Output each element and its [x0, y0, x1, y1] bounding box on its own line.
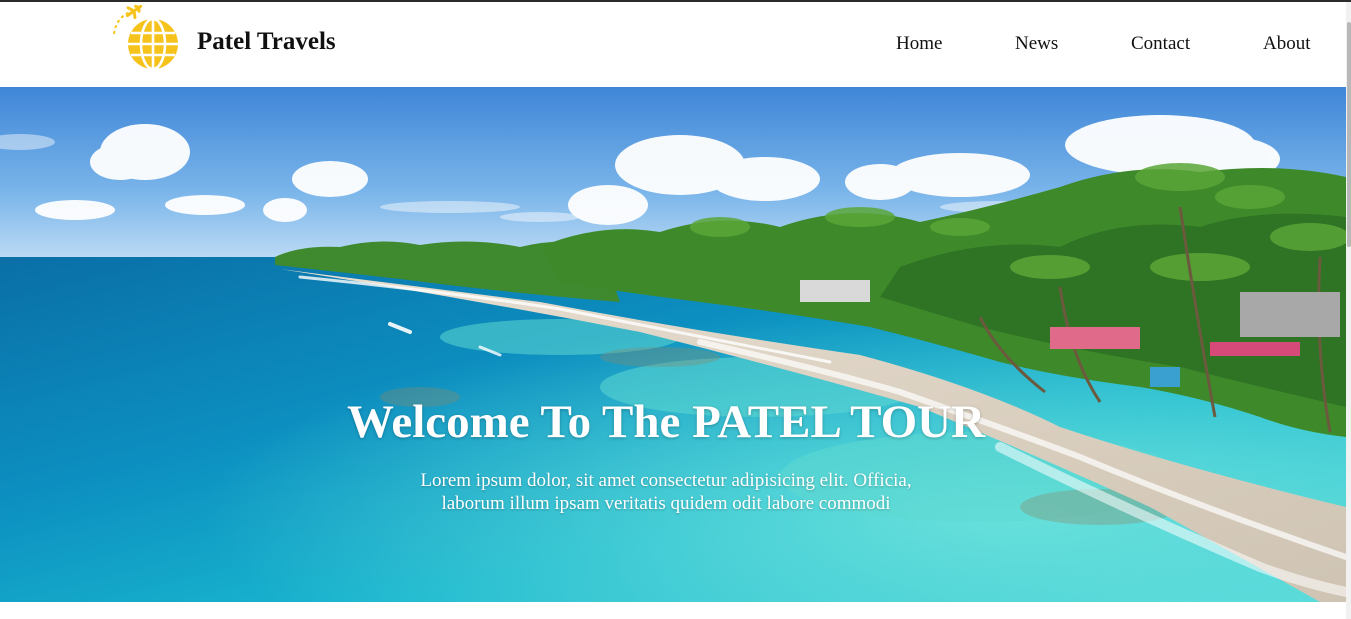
beach-background-image [0, 87, 1346, 602]
navbar: Patel Travels Home News Contact About [0, 2, 1346, 87]
scrollbar-thumb[interactable] [1347, 22, 1351, 247]
nav-home-link[interactable]: Home [896, 33, 942, 55]
hero-subtitle: Lorem ipsum dolor, sit amet consectetur … [420, 470, 912, 514]
main-nav: Home News Contact About [0, 33, 1346, 63]
hero-title: Welcome To The PATEL TOUR [346, 396, 986, 448]
nav-contact-link[interactable]: Contact [1131, 33, 1190, 55]
nav-about-link[interactable]: About [1263, 33, 1311, 55]
nav-news-link[interactable]: News [1015, 33, 1058, 55]
vertical-scrollbar[interactable] [1346, 2, 1351, 619]
hero-banner: Welcome To The PATEL TOUR Lorem ipsum do… [0, 87, 1346, 602]
